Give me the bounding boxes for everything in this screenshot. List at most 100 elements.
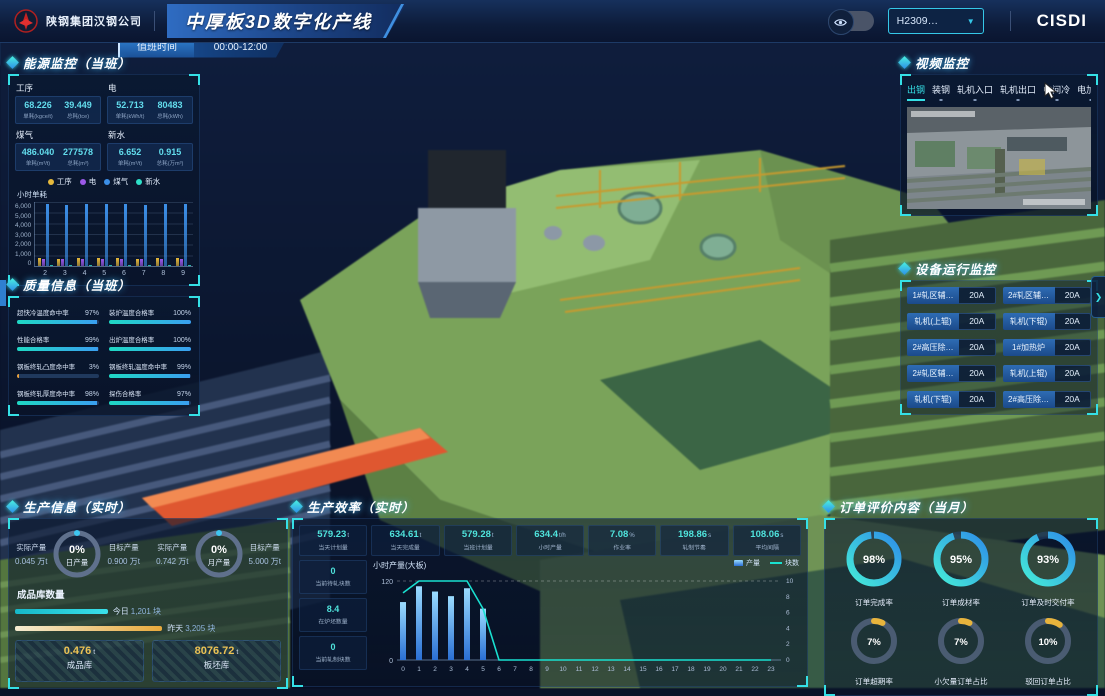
bar [42,259,45,266]
line-swatch [770,562,782,564]
panel-title-text: 能源监控（当班） [23,53,131,72]
legend-item: 块数 [770,558,799,568]
video-tab-3[interactable]: 轧机出口 [1000,83,1036,101]
svg-text:3: 3 [449,666,453,673]
svg-text:21: 21 [735,666,743,673]
donut-gauge: 7% [932,612,990,670]
efficiency-side-card: 0当前待轧块数 [299,560,367,594]
equipment-chip[interactable]: 轧机(上辊)20A [907,313,996,330]
quality-bar-fill [17,347,98,351]
stat-label: 当班计划量 [449,543,507,552]
svg-text:20: 20 [719,666,727,673]
energy-metric-value: 486.040 [18,147,58,157]
bar [46,204,49,266]
energy-hourly-chart: 6,0005,0004,0003,0002,0001,0000 23456789 [15,202,193,267]
quality-item: 性能合格率99% [17,334,99,351]
quality-item-head: 装炉温度合格率100% [109,307,191,317]
energy-metric: 6.652单耗(m³/t) [110,147,150,167]
quality-bar-track [109,320,191,324]
visibility-toggle[interactable] [828,11,874,31]
equipment-value: 20A [1055,391,1092,408]
stat-unit: s [780,533,783,539]
mill-tower [418,150,516,318]
video-tab-2[interactable]: 轧机入口 [957,83,993,101]
energy-metric-value: 277578 [58,147,98,157]
legend-label: 新水 [145,176,160,187]
tab-indicator [907,99,925,101]
gauge-right-label: 目标产量 [107,542,139,553]
diamond-icon [290,500,303,513]
quality-bar-track [17,401,99,405]
left-edge-handle[interactable] [0,280,6,306]
chevron-right-icon: ❯ [1095,292,1103,303]
plate-select-dropdown[interactable]: H2309… ▼ [888,8,984,34]
energy-metric-value: 0.915 [150,147,190,157]
equipment-chip[interactable]: 轧机(下辊)20A [1003,313,1092,330]
order-donut-grid: 98%订单完成率95%订单成材率93%订单及时交付率7%订单超期率7%小欠量订单… [831,525,1091,689]
svg-text:22: 22 [751,666,759,673]
order-evaluation-panel: 订单评价内容（当月） 98%订单完成率95%订单成材率93%订单及时交付率7%订… [824,496,1098,696]
yaxis-tick: 2,000 [15,242,31,249]
stat-value: 7.08% [590,529,654,540]
diamond-icon [6,56,19,69]
diamond-icon [898,262,911,275]
svg-text:23: 23 [767,666,775,673]
legend-dot [48,179,54,185]
production-efficiency-panel: 生产效率（实时） 579.23t当天计划量634.61t当天完成量579.28t… [292,496,808,687]
quality-value: 97% [177,391,191,398]
header-bar: 陕钢集团汉钢公司 中厚板3D数字化产线 H2309… ▼ CISDI [0,0,1105,43]
video-monitor-panel: 视频监控 出钢装钢轧机入口轧机出口中间冷电加热 [900,52,1098,216]
gauge-left-label: 实际产量 [15,542,47,553]
efficiency-panel-body: 579.23t当天计划量634.61t当天完成量579.28t当班计划量634.… [292,518,808,687]
chevron-down-icon: ▼ [967,17,975,26]
yaxis-tick: 4,000 [15,223,31,230]
bar [160,259,163,266]
quality-bar-fill [109,347,191,351]
efficiency-stat-card: 634.61t当天完成量 [371,525,439,556]
equipment-value: 20A [959,391,996,408]
equipment-chip[interactable]: 轧机(下辊)20A [907,391,996,408]
equipment-chip[interactable]: 轧机(上辊)20A [1003,365,1092,382]
diamond-icon [822,500,835,513]
stat-label: 作业率 [593,543,651,552]
quality-bar-fill [17,374,19,378]
svg-text:0: 0 [389,658,393,665]
video-feed-image [907,107,1091,209]
quality-item-head: 钢板终轧厚度命中率98% [17,388,99,398]
equipment-value: 20A [1055,339,1092,356]
equipment-chip[interactable]: 1#加热炉20A [1003,339,1092,356]
bar [69,265,72,266]
svg-text:4: 4 [465,666,469,673]
video-tab-5[interactable]: 电加热 [1077,83,1091,101]
svg-text:1: 1 [417,666,421,673]
store-unit: t [236,649,238,656]
stat-label: 当天计划量 [304,543,362,552]
svg-text:93%: 93% [1037,554,1059,566]
svg-text:8: 8 [786,594,790,601]
bar [38,258,41,266]
equipment-chip[interactable]: 2#轧区辅…20A [907,365,996,382]
video-tab-1[interactable]: 装钢 [932,83,950,101]
bar [124,204,127,266]
legend-label: 工序 [57,176,72,187]
quality-label: 钢板终轧凸度命中率 [17,361,75,371]
svg-text:16: 16 [655,666,663,673]
order-donut: 10%驳回订单占比 [1019,612,1077,687]
bar [116,258,119,266]
quality-panel-body: 超快冷温度命中率97%装炉温度合格率100%性能合格率99%出炉温度合格率100… [8,296,200,416]
video-tab-0[interactable]: 出钢 [907,83,925,101]
right-edge-handle[interactable]: ❯ [1091,276,1105,318]
efficiency-stat-card: 634.4t/h小时产量 [516,525,584,556]
equipment-chip[interactable]: 1#轧区辅…20A [907,287,996,304]
equipment-label: 2#高压除… [1003,391,1055,408]
equipment-chip[interactable]: 2#高压除…20A [1003,391,1092,408]
stock-bar-label: 今日 [113,606,129,617]
bar [85,204,88,266]
store-unit: t [93,649,95,656]
quality-value: 3% [89,364,99,371]
bar-swatch [734,560,743,566]
equipment-chip[interactable]: 2#高压除…20A [907,339,996,356]
equipment-chip[interactable]: 2#轧区辅…20A [1003,287,1092,304]
video-feed[interactable] [907,107,1091,209]
svg-text:10: 10 [786,578,794,585]
